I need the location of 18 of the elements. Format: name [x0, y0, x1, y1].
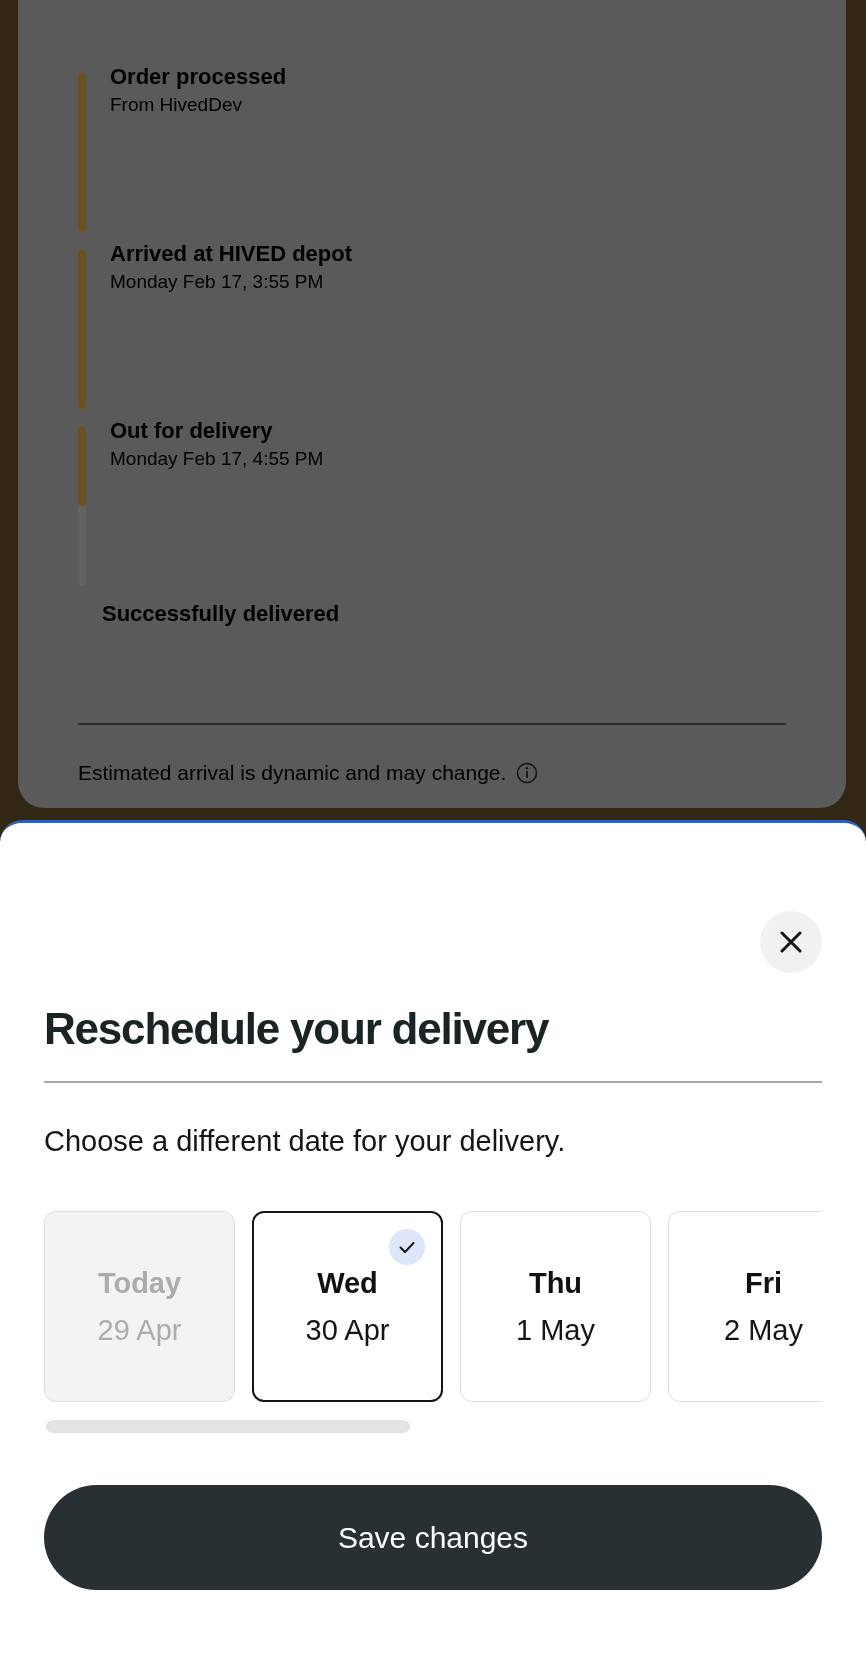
date-option[interactable]: Fri 2 May: [668, 1211, 822, 1402]
info-icon[interactable]: [516, 762, 539, 784]
date-option[interactable]: Wed 30 Apr: [252, 1211, 443, 1402]
scrollbar-thumb[interactable]: [46, 1420, 410, 1433]
sheet-title: Reschedule your delivery: [44, 1003, 550, 1055]
sheet-prompt: Choose a different date for your delivery.: [44, 1124, 567, 1159]
step-detail: From HivedDev: [110, 94, 243, 116]
step-title: Out for delivery: [110, 418, 274, 444]
save-button[interactable]: Save changes: [44, 1485, 822, 1590]
date-option[interactable]: Thu 1 May: [460, 1211, 651, 1402]
check-icon: [389, 1229, 425, 1265]
step-detail: Monday Feb 17, 3:55 PM: [110, 271, 325, 293]
step-title: Successfully delivered: [102, 601, 340, 627]
step-title: Arrived at HIVED depot: [110, 241, 353, 267]
step-title: Order processed: [110, 64, 287, 90]
info-text: Estimated arrival is dynamic and may change.: [78, 761, 507, 785]
step-detail: Monday Feb 17, 4:55 PM: [110, 448, 324, 470]
close-icon: [780, 931, 802, 953]
